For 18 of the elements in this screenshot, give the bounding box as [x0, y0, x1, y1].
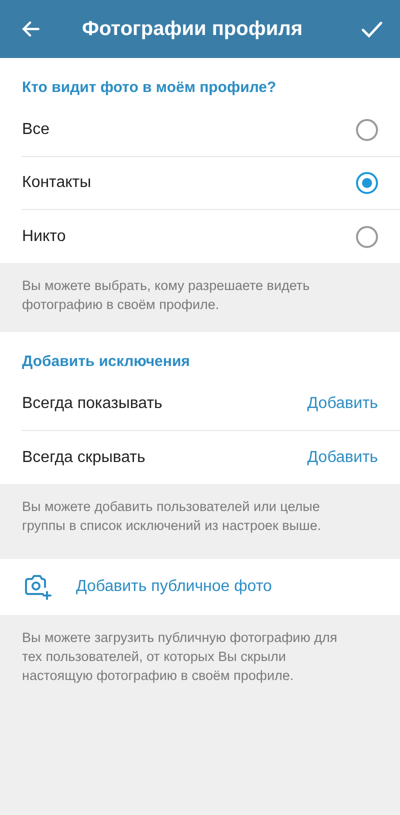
option-label: Контакты	[22, 174, 92, 192]
row-label: Всегда скрывать	[22, 448, 146, 466]
option-label: Никто	[22, 228, 66, 246]
screen-title: Фотографии профиля	[82, 18, 304, 40]
radio-button[interactable]	[356, 119, 378, 141]
hint-text: Вы можете загрузить публичную фотографию для тех пользователей, от которых Вы скрыли настоящую фотографию в своём профиле.	[21, 629, 338, 685]
section-heading: Добавить исключения	[21, 352, 191, 372]
radio-button[interactable]	[356, 172, 378, 194]
hint-text: Вы можете выбрать, кому разрешаете видеть фотографию в своём профиле.	[21, 277, 311, 314]
add-link[interactable]: Добавить	[307, 395, 378, 413]
row-label: Всегда показывать	[22, 395, 162, 413]
option-label: Все	[22, 121, 50, 139]
radio-button[interactable]	[356, 226, 378, 248]
add-public-photo-button[interactable]: Добавить публичное фото	[0, 559, 400, 615]
add-link[interactable]: Добавить	[307, 448, 378, 466]
camera-add-icon	[24, 574, 52, 600]
hint-text: Вы можете добавить пользователей или целые группы в список исключений из настроек выше.	[21, 498, 322, 535]
section-heading: Кто видит фото в моём профиле?	[21, 78, 278, 98]
